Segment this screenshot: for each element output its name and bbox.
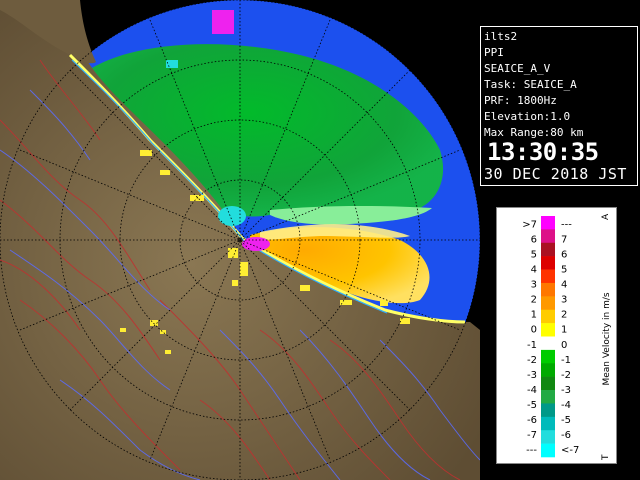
legend-label-right: <-7	[561, 445, 579, 456]
legend-label-left: -3	[527, 370, 537, 381]
scan-name: SEAICE_A_V	[484, 62, 551, 75]
legend-swatch	[541, 296, 555, 311]
legend-title: Mean Velocity in m/s	[602, 292, 612, 385]
station-name: ilts2	[484, 30, 518, 43]
legend-label-left: 0	[531, 325, 537, 336]
legend-swatch	[541, 336, 555, 351]
legend-swatch	[541, 390, 555, 404]
legend-label-right: -3	[561, 385, 571, 396]
legend-swatch	[541, 363, 555, 377]
scan-time: 13:30:35	[487, 138, 599, 166]
legend-label-left: -7	[527, 430, 537, 441]
legend-label-left: 6	[531, 234, 537, 245]
product-name: PPI	[484, 46, 504, 59]
legend-label-right: 3	[561, 295, 567, 306]
velocity-legend-svg: >7 6 5 4 3 2 1 0 -1 -2 -3 -4 -5 -6 -7 --- --- 7 6 5 4 3 2 1 0 -1…	[522, 213, 612, 461]
legend-label-right: -2	[561, 370, 571, 381]
legend-swatch	[541, 376, 555, 391]
echo-cyan-spot	[218, 206, 246, 226]
legend-swatch	[541, 349, 555, 364]
legend-label-right: 0	[561, 340, 567, 351]
legend-label-left: -5	[527, 400, 537, 411]
echo-cyan-top	[166, 60, 178, 68]
legend-swatch	[541, 323, 555, 337]
legend-label-right: -1	[561, 355, 571, 366]
legend-label-right: ---	[561, 219, 572, 230]
legend-swatch	[541, 269, 555, 284]
legend-label-right: 6	[561, 249, 567, 260]
velocity-legend: >7 6 5 4 3 2 1 0 -1 -2 -3 -4 -5 -6 -7 --- --- 7 6 5 4 3 2 1 0 -1…	[496, 207, 617, 464]
legend-bottom-marker: T	[601, 454, 611, 461]
legend-swatch	[541, 430, 555, 444]
legend-label-left: 1	[531, 310, 537, 321]
legend-label-right: 7	[561, 234, 567, 245]
radar-info-panel: ilts2 PPI SEAICE_A_V Task: SEAICE_A PRF:…	[480, 26, 638, 186]
legend-label-left: ---	[526, 445, 537, 456]
legend-swatch	[541, 443, 555, 458]
legend-swatch	[541, 282, 555, 297]
legend-swatch	[541, 229, 555, 244]
legend-label-left: -2	[527, 355, 537, 366]
legend-label-right: 4	[561, 280, 567, 291]
legend-label-right: 5	[561, 264, 567, 275]
radar-display: ilts2 PPI SEAICE_A_V Task: SEAICE_A PRF:…	[0, 0, 640, 480]
radar-ppi-image	[0, 0, 480, 480]
legend-label-right: -6	[561, 430, 571, 441]
legend-label-left: -4	[527, 385, 537, 396]
legend-label-right: 1	[561, 325, 567, 336]
legend-label-left: 2	[531, 295, 537, 306]
legend-label-left: 4	[531, 264, 537, 275]
legend-label-left: 3	[531, 280, 537, 291]
legend-label-right: -4	[561, 400, 571, 411]
task-name: Task: SEAICE_A	[484, 78, 577, 91]
legend-label-left: -6	[527, 415, 537, 426]
scan-date: 30 DEC 2018 JST	[484, 165, 627, 183]
legend-swatch	[541, 416, 555, 431]
legend-swatch	[541, 216, 555, 230]
legend-label-right: -5	[561, 415, 571, 426]
legend-label-left: 5	[531, 249, 537, 260]
legend-label-left: >7	[522, 219, 537, 230]
legend-label-left: -1	[527, 340, 537, 351]
legend-swatch	[541, 256, 555, 270]
elevation-value: Elevation:1.0	[484, 110, 571, 123]
legend-swatch	[541, 242, 555, 257]
legend-top-marker: A	[601, 213, 611, 220]
prf-value: PRF: 1800Hz	[484, 94, 557, 107]
echo-magenta-top	[212, 10, 234, 34]
legend-swatch	[541, 403, 555, 418]
legend-label-right: 2	[561, 310, 567, 321]
legend-swatch	[541, 309, 555, 324]
echo-magenta-spot	[242, 237, 270, 251]
